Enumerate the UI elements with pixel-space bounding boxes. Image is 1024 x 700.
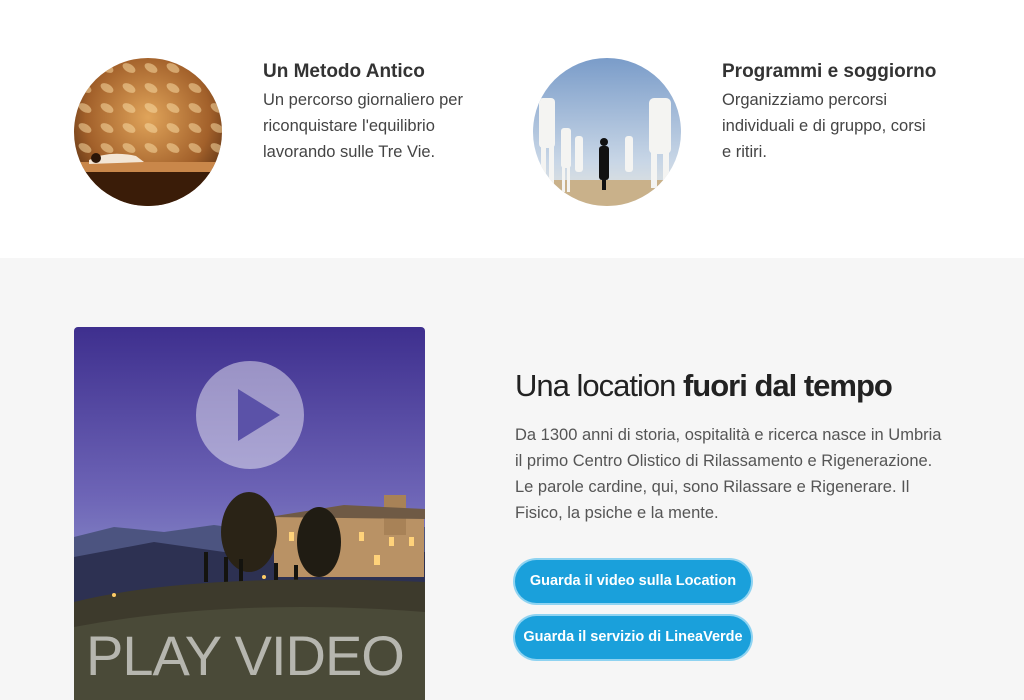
location-section: PLAY VIDEO Una location fuori dal tempo … (0, 258, 1024, 700)
feature-title: Un Metodo Antico (263, 61, 425, 82)
location-description: Da 1300 anni di storia, ospitalità e ric… (515, 426, 942, 522)
feature-description: Un percorso giornaliero per riconquistar… (263, 91, 463, 161)
feature-title: Programmi e soggiorno (722, 61, 937, 82)
location-text: Una location fuori dal tempo Da 1300 ann… (515, 366, 955, 526)
features-section: Un Metodo Antico Un percorso giornaliero… (0, 0, 1024, 258)
feature-description: Organizziamo percorsi individuali e di g… (722, 91, 926, 161)
watch-location-video-button[interactable]: Guarda il video sulla Location (515, 560, 751, 603)
location-title: Una location fuori dal tempo (515, 368, 893, 403)
feature-image-yoga-group (533, 58, 681, 206)
watch-lineaverde-service-button[interactable]: Guarda il servizio di LineaVerde (515, 616, 751, 659)
play-video-label: PLAY VIDEO (86, 624, 405, 687)
feature-image-spa-room (74, 58, 222, 206)
video-thumbnail[interactable]: PLAY VIDEO (74, 327, 425, 700)
play-icon[interactable] (196, 361, 304, 469)
